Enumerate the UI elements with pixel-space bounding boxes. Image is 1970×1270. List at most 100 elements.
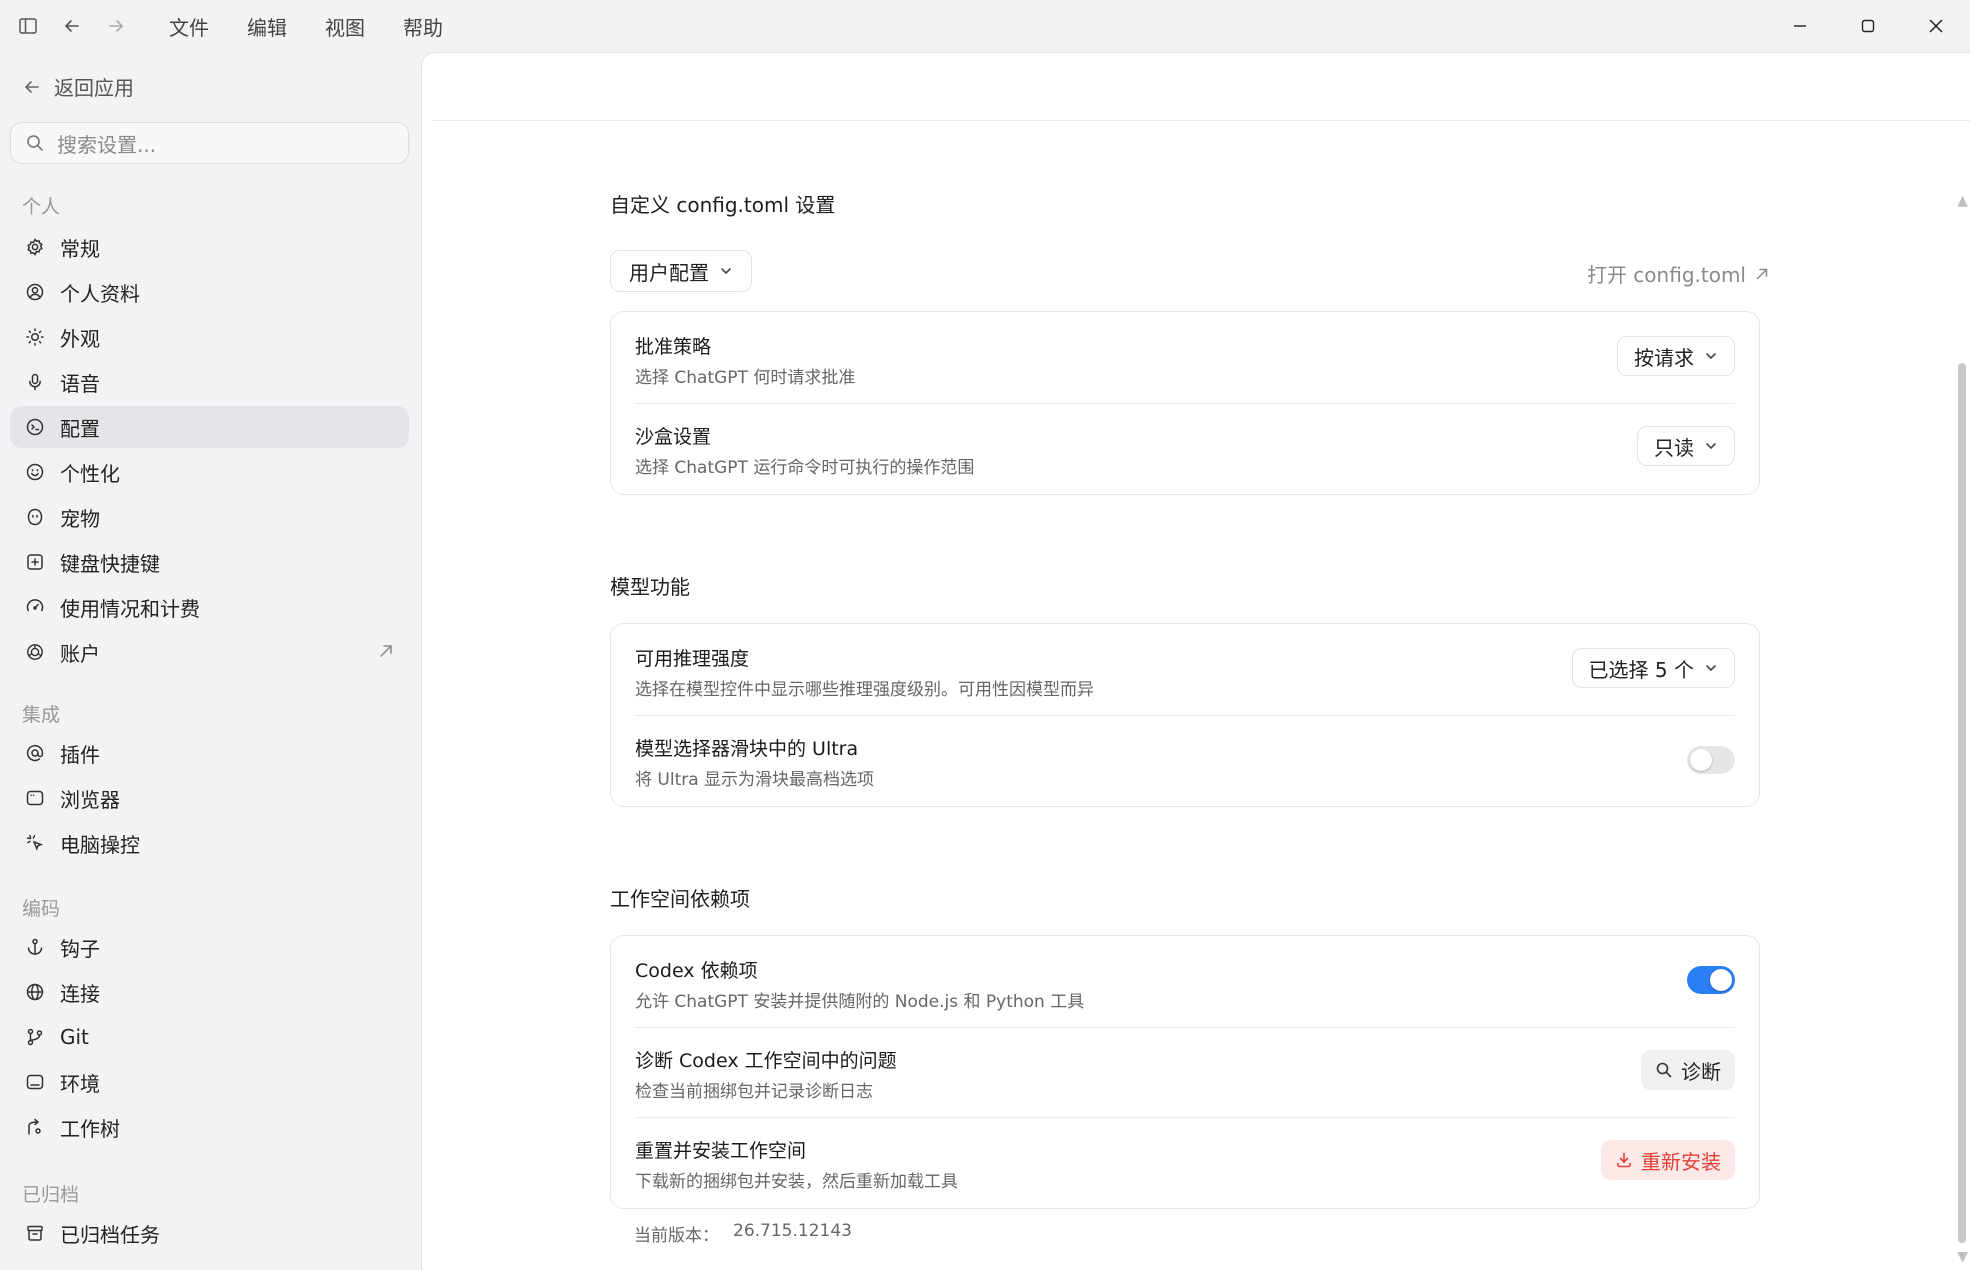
- sidebar-item-label: 配置: [60, 416, 100, 441]
- row-divider: [635, 403, 1735, 404]
- archive-box-icon: [24, 1222, 46, 1244]
- title-bar-left: [14, 12, 130, 40]
- codex-deps-toggle[interactable]: [1687, 966, 1735, 994]
- approval-policy-dropdown[interactable]: 按请求: [1617, 336, 1735, 376]
- ultra-desc: 将 Ultra 显示为滑块最高档选项: [635, 770, 875, 790]
- sidebar-item-shortcuts[interactable]: 键盘快捷键: [10, 541, 409, 583]
- approval-policy-title: 批准策略: [635, 336, 712, 358]
- sandbox-row: 沙盒设置 选择 ChatGPT 运行命令时可执行的操作范围: [635, 422, 1735, 478]
- sidebar-item-computer-use[interactable]: 电脑操控: [10, 822, 409, 864]
- reinstall-row: 重置并安装工作空间 下载新的捆绑包并安装，然后重新加载工具: [635, 1136, 1735, 1192]
- workspace-settings-card: Codex 依赖项 允许 ChatGPT 安装并提供随附的 Node.js 和 …: [610, 935, 1760, 1209]
- sandbox-desc: 选择 ChatGPT 运行命令时可执行的操作范围: [635, 458, 975, 478]
- sidebar-item-config[interactable]: 配置: [10, 406, 409, 448]
- section-title-config: 自定义 config.toml 设置: [610, 193, 836, 217]
- scroll-down-arrow-icon[interactable]: ▼: [1957, 1249, 1968, 1265]
- sidebar-item-connections[interactable]: 连接: [10, 971, 409, 1013]
- config-settings-card: 批准策略 选择 ChatGPT 何时请求批准 按请求 沙盒设置 选择 ChatG…: [610, 311, 1760, 495]
- codex-deps-row: Codex 依赖项 允许 ChatGPT 安装并提供随附的 Node.js 和 …: [635, 956, 1735, 1012]
- sidebar-item-browser[interactable]: 浏览器: [10, 777, 409, 819]
- sidebar-item-label: 浏览器: [60, 787, 120, 812]
- sidebar-item-usage[interactable]: 使用情况和计费: [10, 586, 409, 628]
- keyboard-plus-icon: [24, 551, 46, 573]
- sun-icon: [24, 326, 46, 348]
- search-input[interactable]: 搜索设置...: [10, 122, 409, 164]
- toggle-knob: [1710, 969, 1732, 991]
- menu-view[interactable]: 视图: [306, 12, 384, 41]
- reasoning-dropdown[interactable]: 已选择 5 个: [1571, 648, 1735, 688]
- maximize-button[interactable]: [1834, 0, 1902, 52]
- sidebar-item-label: 连接: [60, 981, 100, 1006]
- microphone-icon: [24, 371, 46, 393]
- git-branch-icon: [24, 1026, 46, 1048]
- close-button[interactable]: [1902, 0, 1970, 52]
- sidebar-item-label: 使用情况和计费: [60, 596, 200, 621]
- back-arrow-icon[interactable]: [58, 12, 86, 40]
- search-icon: [27, 135, 43, 151]
- sidebar-item-worktree[interactable]: 工作树: [10, 1106, 409, 1148]
- back-to-app-link[interactable]: 返回应用: [22, 72, 134, 101]
- approval-policy-value: 按请求: [1634, 345, 1694, 370]
- reinstall-button-label: 重新安装: [1641, 1149, 1721, 1174]
- diagnose-desc: 检查当前捆绑包并记录诊断日志: [635, 1082, 873, 1102]
- chevron-down-icon: [721, 268, 731, 275]
- sidebar-item-label: 语音: [60, 371, 100, 396]
- sidebar-item-plugins[interactable]: 插件: [10, 732, 409, 774]
- sidebar-item-personalization[interactable]: 个性化: [10, 451, 409, 493]
- reasoning-desc: 选择在模型控件中显示哪些推理强度级别。可用性因模型而异: [635, 680, 1094, 700]
- arrow-left-icon: [24, 80, 39, 93]
- minimize-button[interactable]: [1766, 0, 1834, 52]
- reinstall-button[interactable]: 重新安装: [1601, 1140, 1735, 1180]
- section-coding: 编码: [22, 898, 61, 920]
- sidebar-item-profile[interactable]: 个人资料: [10, 271, 409, 313]
- chevron-down-icon: [1706, 353, 1716, 360]
- back-to-app-label: 返回应用: [54, 76, 134, 100]
- forward-arrow-icon[interactable]: [102, 12, 130, 40]
- settings-main-panel: 自定义 config.toml 设置 用户配置 打开 config.toml 批…: [421, 52, 1970, 1270]
- gauge-icon: [24, 596, 46, 618]
- sidebar-item-label: 钩子: [60, 936, 100, 961]
- external-link-icon: [1756, 268, 1768, 279]
- menu-edit[interactable]: 编辑: [228, 12, 306, 41]
- version-value: 26.715.12143: [733, 1221, 852, 1241]
- reasoning-title: 可用推理强度: [635, 648, 750, 670]
- section-title-model: 模型功能: [610, 575, 690, 599]
- ultra-title: 模型选择器滑块中的 Ultra: [635, 738, 859, 760]
- profile-dropdown[interactable]: 用户配置: [610, 250, 752, 292]
- section-personal: 个人: [22, 196, 61, 218]
- open-config-label: 打开 config.toml: [1586, 263, 1746, 287]
- ultra-row: 模型选择器滑块中的 Ultra 将 Ultra 显示为滑块最高档选项: [635, 734, 1735, 790]
- sidebar-item-label: 个性化: [60, 461, 120, 486]
- sandbox-dropdown[interactable]: 只读: [1637, 426, 1735, 466]
- sidebar-item-voice[interactable]: 语音: [10, 361, 409, 403]
- diagnose-button[interactable]: 诊断: [1641, 1050, 1735, 1090]
- pet-icon: [24, 506, 46, 528]
- user-circle-icon: [24, 281, 46, 303]
- header-divider: [432, 120, 1970, 121]
- sidebar-item-label: 插件: [60, 742, 100, 767]
- row-divider: [635, 1027, 1735, 1028]
- menu-bar: 文件 编辑 视图 帮助: [150, 12, 462, 41]
- sidebar-item-label: 工作树: [60, 1116, 120, 1141]
- scroll-up-arrow-icon[interactable]: ▲: [1957, 193, 1968, 209]
- toggle-knob: [1690, 749, 1712, 771]
- anchor-icon: [24, 936, 46, 958]
- menu-help[interactable]: 帮助: [384, 12, 462, 41]
- sidebar-item-account[interactable]: 账户: [10, 631, 409, 673]
- sidebar-item-pets[interactable]: 宠物: [10, 496, 409, 538]
- sidebar-toggle-icon[interactable]: [14, 12, 42, 40]
- browser-window-icon: [24, 787, 46, 809]
- sidebar-item-environment[interactable]: 环境: [10, 1061, 409, 1103]
- sidebar-item-label: 已归档任务: [60, 1222, 160, 1247]
- scrollbar-thumb[interactable]: [1958, 363, 1966, 1243]
- sidebar-item-hooks[interactable]: 钩子: [10, 926, 409, 968]
- sidebar-item-archived-tasks[interactable]: 已归档任务: [10, 1212, 409, 1254]
- sidebar-item-general[interactable]: 常规: [10, 226, 409, 268]
- gear-icon: [24, 236, 46, 258]
- sidebar-item-git[interactable]: Git: [10, 1016, 409, 1058]
- ultra-toggle[interactable]: [1687, 746, 1735, 774]
- config-icon: [24, 416, 46, 438]
- menu-file[interactable]: 文件: [150, 12, 228, 41]
- open-config-link[interactable]: 打开 config.toml: [1587, 259, 1770, 288]
- sidebar-item-appearance[interactable]: 外观: [10, 316, 409, 358]
